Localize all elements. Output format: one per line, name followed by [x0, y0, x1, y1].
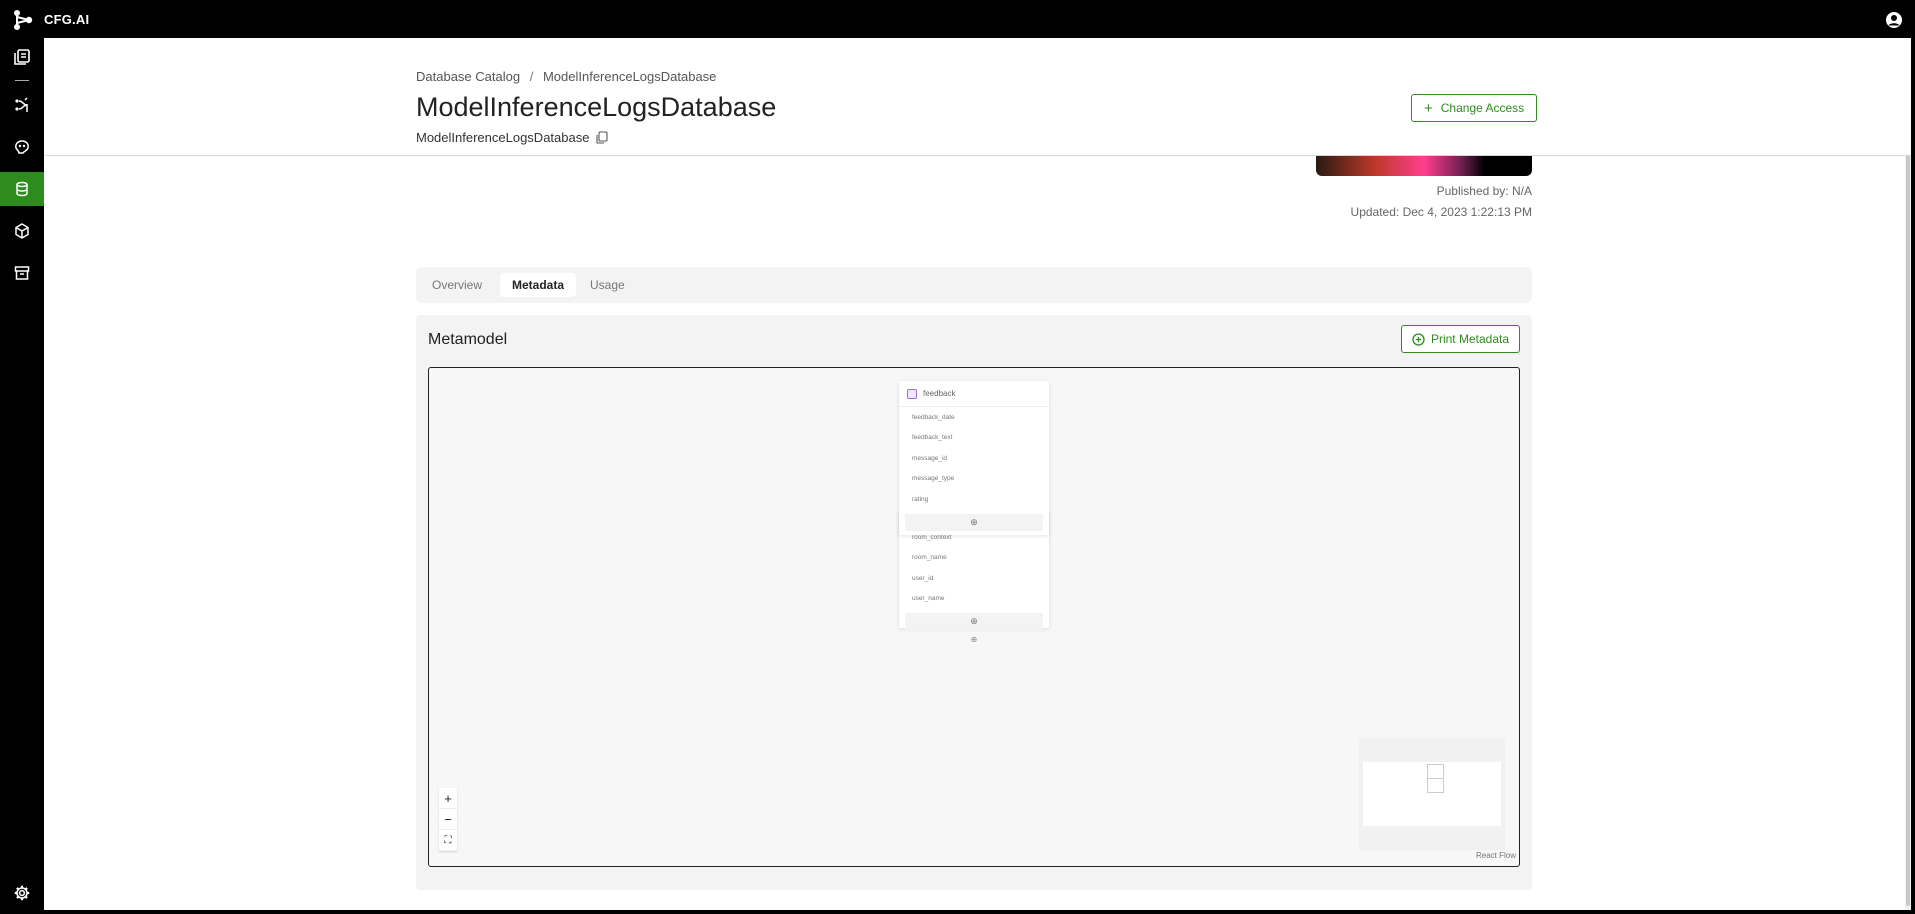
node-field: rating [912, 495, 929, 503]
minimap-node [1427, 778, 1444, 793]
sidebar-item-packages[interactable] [0, 214, 44, 248]
node-field: room_name [912, 554, 947, 562]
app-frame: CFG.AI Database Catalog / ModelInference… [0, 0, 1915, 914]
logo-icon[interactable] [12, 9, 34, 31]
sidebar-item-settings[interactable] [0, 876, 44, 910]
updated-at: Updated: Dec 4, 2023 1:22:13 PM [1351, 205, 1532, 219]
zoom-controls: + − ⛶ [439, 788, 457, 851]
sidebar-item-flows[interactable] [0, 88, 44, 122]
copy-icon[interactable] [595, 131, 609, 144]
node-field: user_name [912, 595, 945, 603]
tab-metadata[interactable]: Metadata [500, 273, 577, 297]
updated-label: Updated: [1350, 205, 1400, 219]
add-field-button[interactable]: ⊕ [899, 634, 1049, 645]
node-field: message_type [912, 475, 955, 483]
top-bar: CFG.AI [0, 0, 1915, 38]
cube-icon [15, 223, 29, 239]
print-metadata-button[interactable]: Print Metadata [1400, 325, 1520, 353]
database-icon [16, 181, 28, 197]
node-header: feedback [899, 381, 1049, 407]
page-subtitle: ModelInferenceLogsDatabase [416, 130, 609, 145]
node-field: user_id [912, 574, 934, 582]
database-id-text: ModelInferenceLogsDatabase [416, 130, 590, 145]
node-field: feedback_date [912, 413, 955, 421]
node-field: feedback_text [912, 434, 953, 442]
sidebar-item-databases[interactable] [0, 172, 44, 206]
breadcrumb-separator: / [529, 69, 534, 84]
page-title: ModelInferenceLogsDatabase [416, 92, 777, 122]
print-metadata-label: Print Metadata [1430, 332, 1509, 346]
fit-view-button[interactable]: ⛶ [439, 830, 457, 851]
zoom-out-button[interactable]: − [439, 809, 457, 830]
updated-value: Dec 4, 2023 1:22:13 PM [1402, 205, 1532, 219]
page-scrollbar[interactable] [1905, 138, 1911, 910]
breadcrumb: Database Catalog / ModelInferenceLogsDat… [416, 69, 716, 84]
table-icon [907, 388, 917, 399]
gear-icon [14, 885, 30, 901]
node-field: message_id [912, 454, 948, 462]
zoom-in-button[interactable]: + [439, 788, 457, 809]
change-access-label: Change Access [1440, 101, 1525, 115]
sidebar [0, 38, 44, 914]
metamodel-panel: Metamodel Print Metadata project_name ro… [416, 315, 1532, 890]
sidebar-item-models[interactable] [0, 130, 44, 164]
tabs-bar: Overview Metadata Usage [416, 267, 1532, 303]
flow-canvas[interactable]: project_name room_context room_name user… [428, 367, 1520, 867]
plus-circle-icon [1412, 332, 1425, 346]
user-account-icon[interactable] [1885, 11, 1903, 29]
archive-icon [14, 266, 30, 280]
sidebar-item-archive[interactable] [0, 256, 44, 290]
page-header: Database Catalog / ModelInferenceLogsDat… [44, 38, 1911, 156]
add-field-button[interactable]: ⊕ [905, 513, 1043, 531]
database-banner-image [1316, 156, 1532, 176]
table-node-feedback[interactable]: feedback feedback_date feedback_text mes… [899, 381, 1049, 535]
brain-icon [15, 140, 29, 154]
tab-overview[interactable]: Overview [420, 273, 494, 297]
tab-usage[interactable]: Usage [578, 273, 637, 297]
react-flow-attribution[interactable]: React Flow [1476, 851, 1516, 860]
breadcrumb-root-link[interactable]: Database Catalog [416, 69, 520, 84]
minimap-node [1427, 764, 1444, 779]
catalog-icon [14, 49, 30, 65]
metamodel-title: Metamodel [428, 331, 508, 348]
change-access-button[interactable]: + Change Access [1411, 94, 1538, 122]
sidebar-item-catalog[interactable] [0, 40, 44, 74]
minimap-viewport [1363, 762, 1501, 826]
node-title: feedback [923, 389, 956, 398]
breadcrumb-current: ModelInferenceLogsDatabase [542, 69, 717, 84]
scrollbar-thumb[interactable] [1906, 142, 1910, 906]
plus-icon: + [1424, 99, 1433, 117]
published-value: N/A [1511, 184, 1532, 198]
published-label: Published by: [1436, 184, 1509, 198]
flow-icon [15, 97, 28, 112]
app-title: CFG.AI [44, 12, 90, 27]
sidebar-divider [15, 80, 29, 81]
main-content: Database Catalog / ModelInferenceLogsDat… [44, 38, 1911, 910]
add-field-button[interactable]: ⊕ [905, 613, 1043, 630]
minimap[interactable] [1359, 738, 1505, 850]
published-by: Published by: N/A [1437, 184, 1532, 198]
